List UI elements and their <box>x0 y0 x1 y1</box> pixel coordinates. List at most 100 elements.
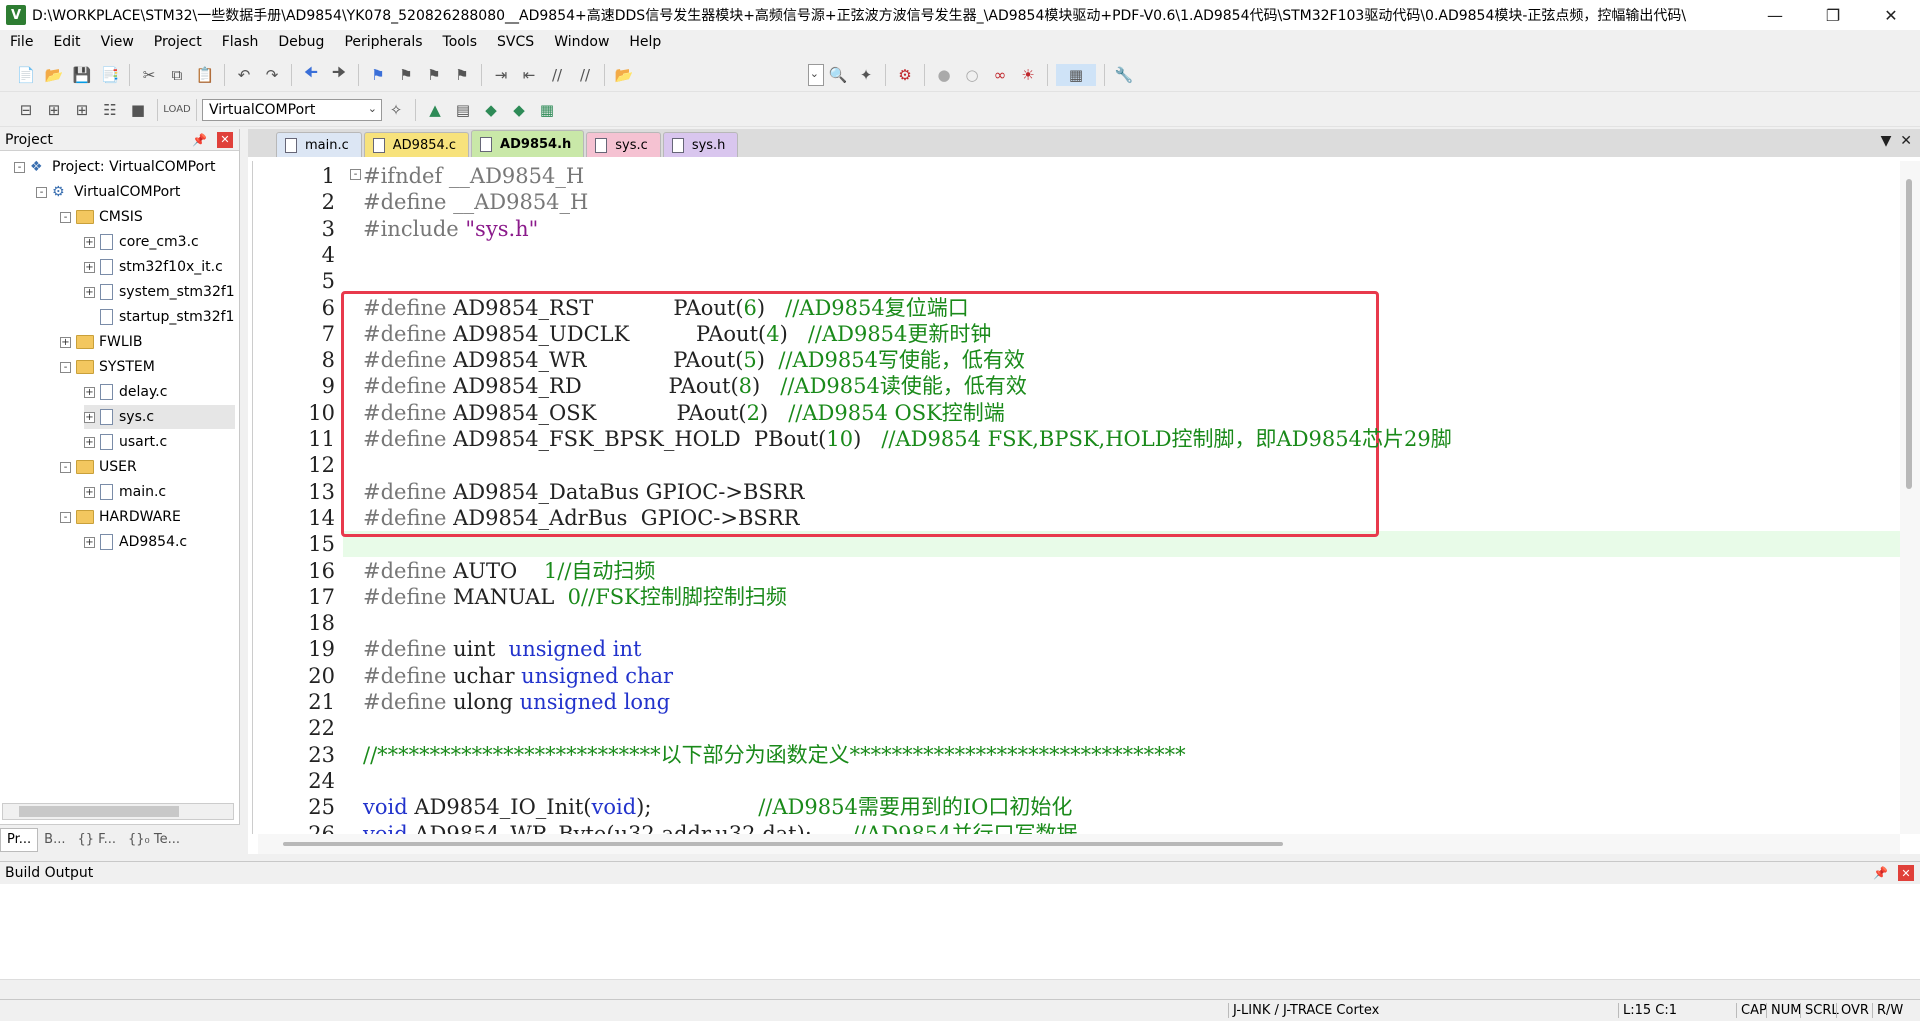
prev-bookmark-icon[interactable]: ⚑ <box>395 64 417 86</box>
close-panel-icon[interactable]: ✕ <box>1898 865 1914 881</box>
menu-file[interactable]: File <box>0 30 43 54</box>
manage-rte-icon[interactable]: ◆ <box>480 99 502 121</box>
manage-project-icon[interactable]: ▲ <box>424 99 446 121</box>
project-panel-tab[interactable]: {}₀ Te... <box>122 828 186 852</box>
close-button[interactable]: ✕ <box>1862 0 1920 30</box>
disable-breakpoint-icon[interactable]: ○ <box>961 64 983 86</box>
collapse-icon[interactable]: - <box>60 361 71 373</box>
tree-item[interactable]: - SYSTEM <box>60 355 155 379</box>
expand-icon[interactable]: + <box>84 411 95 423</box>
unindent-icon[interactable]: ⇤ <box>518 64 540 86</box>
find-select[interactable]: ⌄ <box>808 63 824 86</box>
tree-item[interactable]: + stm32f10x_it.c <box>84 255 223 279</box>
tree-item[interactable]: + system_stm32f1 <box>84 280 235 304</box>
target-options-wand-icon[interactable]: ✧ <box>385 99 407 121</box>
window-layout-icon[interactable]: ▦ <box>1056 63 1096 86</box>
collapse-icon[interactable]: - <box>60 211 71 223</box>
menu-svcs[interactable]: SVCS <box>487 30 544 54</box>
expand-icon[interactable]: + <box>84 261 95 273</box>
open-file-icon[interactable]: 📂 <box>43 64 65 86</box>
clear-bookmarks-icon[interactable]: ⚑ <box>451 64 473 86</box>
pin-icon[interactable]: 📌 <box>1873 866 1888 880</box>
kill-breakpoints-icon[interactable]: ∞ <box>989 64 1011 86</box>
tree-item[interactable]: + sys.c <box>84 405 235 429</box>
minimize-button[interactable]: — <box>1746 0 1804 30</box>
expand-icon[interactable]: + <box>84 486 95 498</box>
copy-icon[interactable]: ⧉ <box>166 64 188 86</box>
find-icon[interactable]: 🔍 <box>827 64 849 86</box>
new-file-icon[interactable]: 📄 <box>15 64 37 86</box>
tree-item[interactable]: - CMSIS <box>60 205 143 229</box>
pack-installer-icon[interactable]: ◆ <box>508 99 530 121</box>
tree-item[interactable]: + usart.c <box>84 430 167 454</box>
editor-hscrollbar[interactable] <box>258 834 1900 854</box>
configure-icon[interactable]: 🔧 <box>1113 64 1135 86</box>
target-select[interactable]: VirtualCOMPort ⌄ <box>202 98 382 121</box>
find-in-files-icon[interactable]: 📂 <box>613 64 635 86</box>
menu-view[interactable]: View <box>91 30 144 54</box>
menu-flash[interactable]: Flash <box>212 30 269 54</box>
batch-build-icon[interactable]: ☷ <box>99 99 121 121</box>
menu-debug[interactable]: Debug <box>268 30 334 54</box>
select-packs-icon[interactable]: ▤ <box>452 99 474 121</box>
tree-item[interactable]: startup_stm32f1 <box>84 305 234 329</box>
fold-toggle-icon[interactable]: - <box>350 169 361 180</box>
tree-item[interactable]: - HARDWARE <box>60 505 181 529</box>
editor-vscrollbar[interactable] <box>1900 161 1920 834</box>
bookmark-icon[interactable]: ⚑ <box>367 64 389 86</box>
tab-ad9854-h[interactable]: AD9854.h <box>471 130 585 157</box>
tree-item[interactable]: + core_cm3.c <box>84 230 199 254</box>
menu-help[interactable]: Help <box>619 30 671 54</box>
close-panel-icon[interactable]: ✕ <box>217 131 233 148</box>
expand-icon[interactable]: + <box>84 436 95 448</box>
tab-main-c[interactable]: main.c <box>276 132 362 157</box>
tree-item[interactable]: - ❖ Project: VirtualCOMPort <box>14 155 215 179</box>
tree-item[interactable]: + main.c <box>84 480 166 504</box>
expand-icon[interactable]: + <box>84 536 95 548</box>
restore-button[interactable]: ❐ <box>1804 0 1862 30</box>
project-panel-tab[interactable]: B... <box>38 828 71 852</box>
save-icon[interactable]: 💾 <box>71 64 93 86</box>
project-tree-hscrollbar[interactable] <box>2 803 234 820</box>
tab-controls-icon[interactable]: ▼ ✕ <box>1881 133 1912 149</box>
comment-icon[interactable]: // <box>546 64 568 86</box>
expand-icon[interactable]: + <box>60 336 71 348</box>
expand-icon[interactable]: + <box>84 236 95 248</box>
collapse-icon[interactable]: - <box>14 161 25 173</box>
paste-icon[interactable]: 📋 <box>194 64 216 86</box>
pin-icon[interactable]: 📌 <box>192 133 207 147</box>
expand-icon[interactable]: + <box>84 386 95 398</box>
tree-item[interactable]: - USER <box>60 455 137 479</box>
collapse-icon[interactable]: - <box>36 186 47 198</box>
tab-sys-c[interactable]: sys.c <box>586 132 661 157</box>
collapse-icon[interactable]: - <box>60 511 71 523</box>
cut-icon[interactable]: ✂ <box>138 64 160 86</box>
nav-back-icon[interactable]: 🠈 <box>300 63 322 86</box>
menu-peripherals[interactable]: Peripherals <box>334 30 432 54</box>
pack-icon[interactable]: ▦ <box>536 99 558 121</box>
menu-edit[interactable]: Edit <box>43 30 90 54</box>
next-bookmark-icon[interactable]: ⚑ <box>423 64 445 86</box>
debug-icon[interactable]: ⚙ <box>894 64 916 86</box>
menu-tools[interactable]: Tools <box>433 30 488 54</box>
stop-build-icon[interactable]: ■ <box>127 99 149 121</box>
breakpoint-icon[interactable]: ● <box>933 64 955 86</box>
tab-sys-h[interactable]: sys.h <box>662 132 739 157</box>
menu-project[interactable]: Project <box>144 30 212 54</box>
tree-item[interactable]: + delay.c <box>84 380 167 404</box>
incremental-find-icon[interactable]: ✦ <box>855 64 877 86</box>
build-icon[interactable]: ⊞ <box>43 99 65 121</box>
tree-item[interactable]: - ⚙ VirtualCOMPort <box>36 180 180 204</box>
tab-ad9854-c[interactable]: AD9854.c <box>363 132 470 157</box>
tree-item[interactable]: + AD9854.c <box>84 530 187 554</box>
nav-forward-icon[interactable]: 🠊 <box>328 63 350 86</box>
menu-window[interactable]: Window <box>544 30 619 54</box>
download-icon[interactable]: LOAD <box>163 99 190 121</box>
code-view[interactable]: 1 #ifndef __AD9854_H 2 #define __AD9854_H 3 #… <box>252 161 1900 834</box>
undo-icon[interactable]: ↶ <box>233 64 255 86</box>
redo-icon[interactable]: ↷ <box>261 64 283 86</box>
save-all-icon[interactable]: 📑 <box>99 64 121 86</box>
collapse-icon[interactable]: - <box>60 461 71 473</box>
project-panel-tab[interactable]: Pr... <box>0 827 39 852</box>
translate-icon[interactable]: ⊟ <box>15 99 37 121</box>
